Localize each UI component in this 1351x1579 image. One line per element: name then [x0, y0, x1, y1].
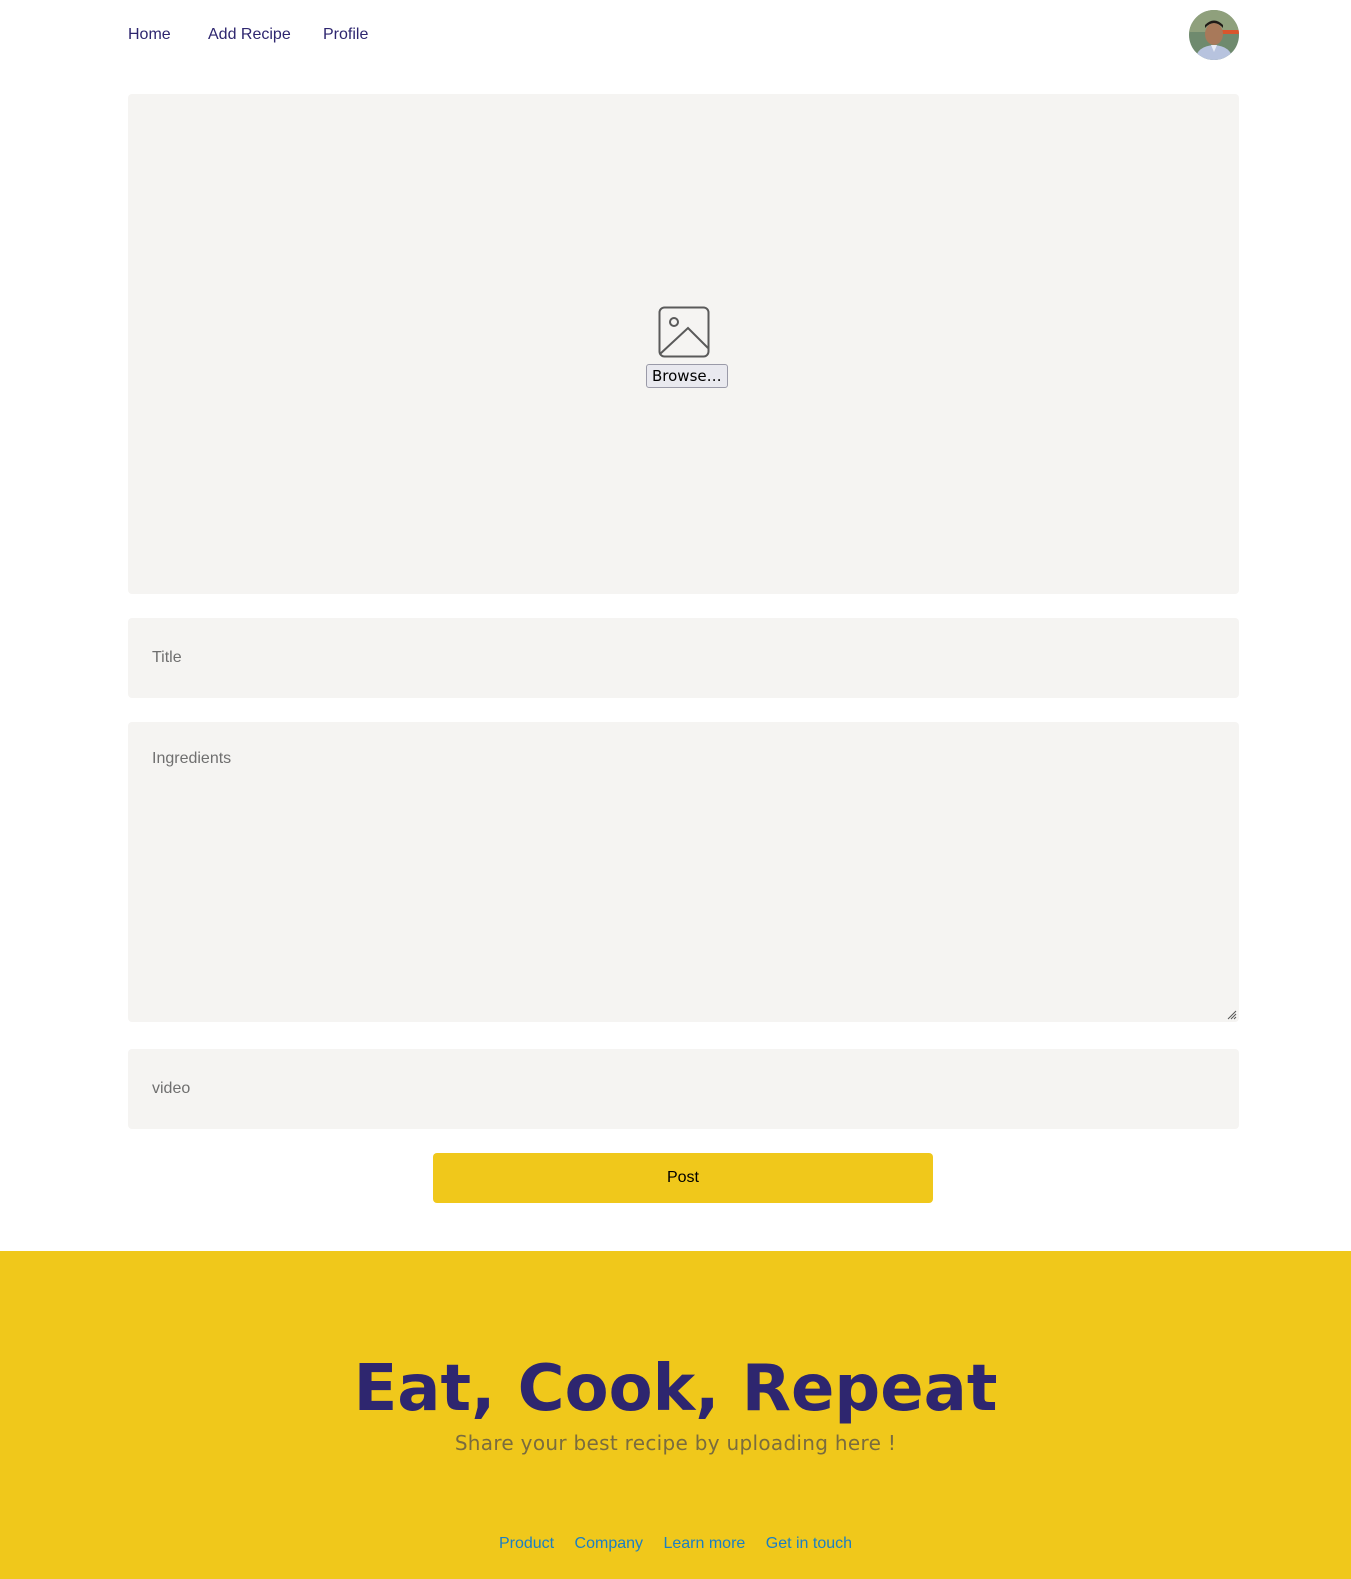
post-button[interactable]: Post	[433, 1153, 933, 1203]
browse-file-button[interactable]: Browse…	[646, 364, 728, 388]
avatar-photo	[1189, 10, 1239, 60]
title-input[interactable]	[128, 618, 1239, 698]
footer-title: Eat, Cook, Repeat	[353, 1352, 998, 1426]
top-navigation: Home Add Recipe Profile	[0, 0, 1351, 70]
image-placeholder-icon	[658, 306, 710, 358]
nav-add-recipe-link[interactable]: Add Recipe	[208, 26, 291, 44]
user-avatar[interactable]	[1189, 10, 1239, 60]
video-input[interactable]	[128, 1049, 1239, 1129]
footer-subtitle: Share your best recipe by uploading here…	[454, 1431, 897, 1455]
nav-profile-link[interactable]: Profile	[323, 26, 368, 44]
footer: Eat, Cook, Repeat Share your best recipe…	[0, 1251, 1351, 1579]
resize-handle-icon[interactable]	[1227, 1010, 1237, 1020]
footer-link-get-in-touch[interactable]: Get in touch	[766, 1535, 852, 1552]
footer-link-learn-more[interactable]: Learn more	[663, 1535, 745, 1552]
image-upload-area[interactable]: Browse…	[128, 94, 1239, 594]
nav-home-link[interactable]: Home	[128, 26, 171, 44]
ingredients-textarea[interactable]	[128, 722, 1239, 1022]
footer-link-product[interactable]: Product	[499, 1535, 554, 1552]
footer-links: Product Company Learn more Get in touch	[0, 1535, 1351, 1553]
footer-link-company[interactable]: Company	[575, 1535, 643, 1552]
